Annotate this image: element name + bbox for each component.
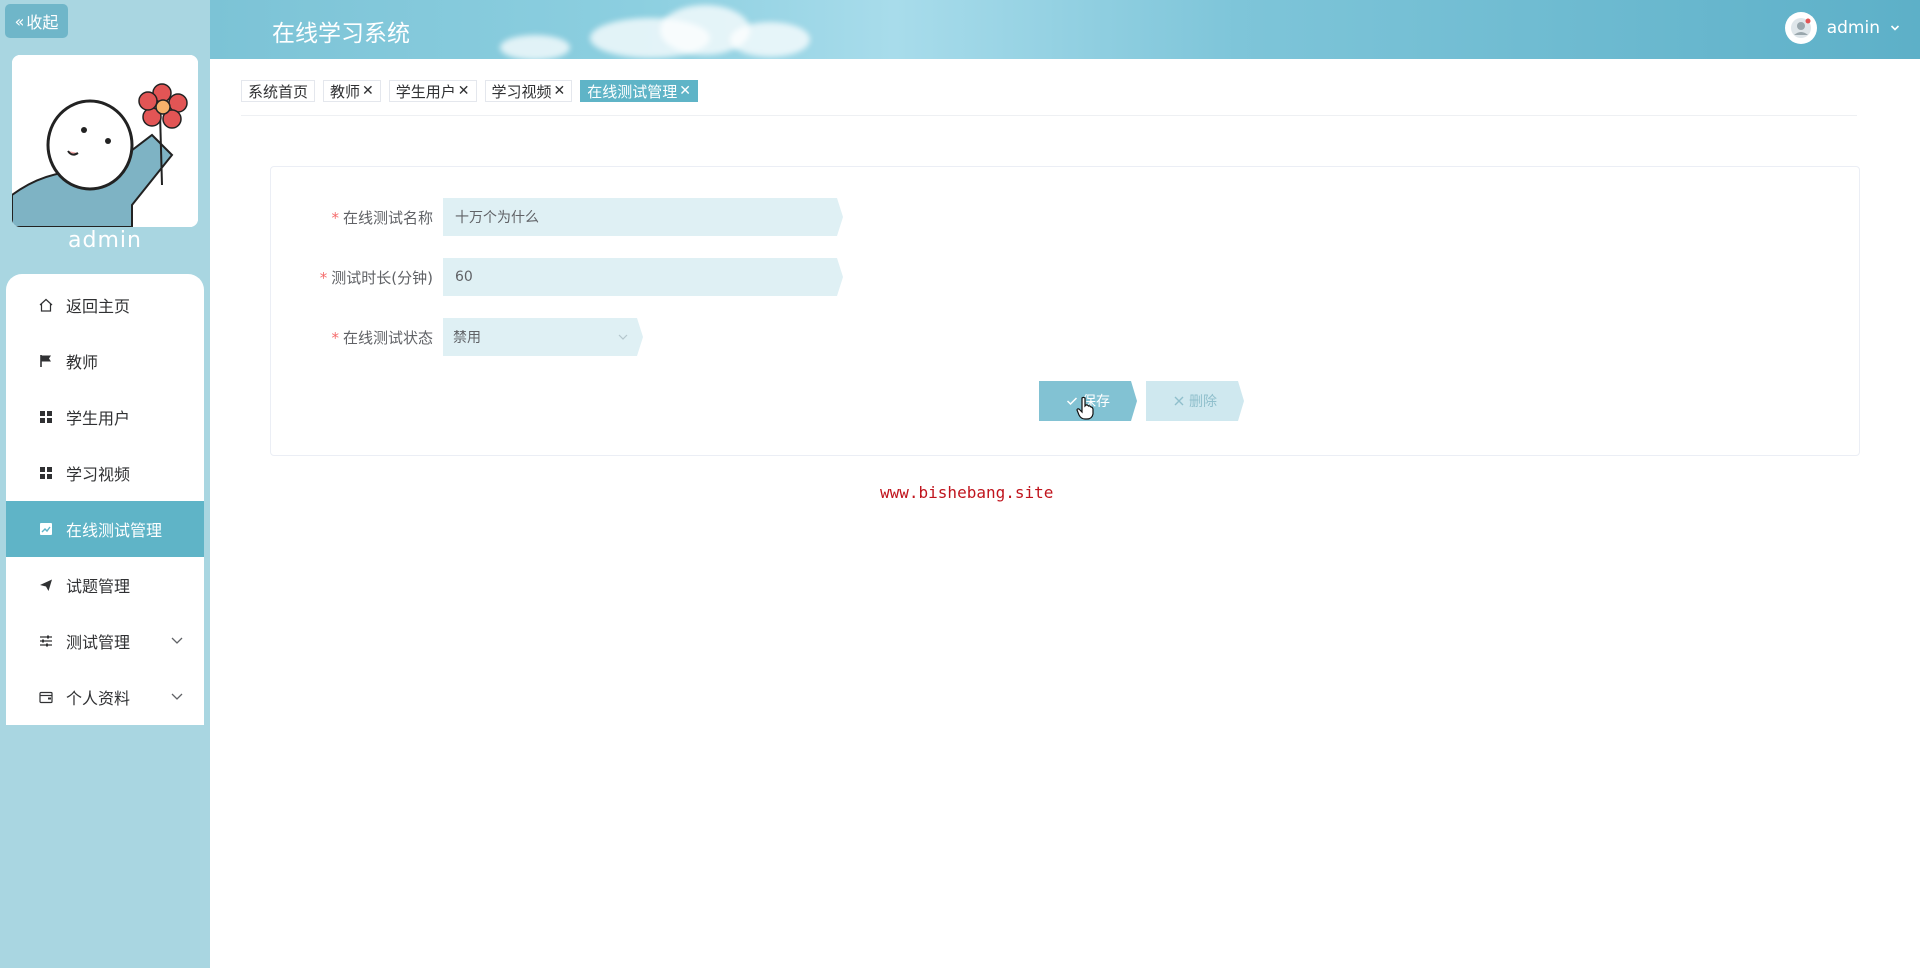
sidebar-item-teacher[interactable]: 教师 [6,333,204,389]
sidebar-item-label: 教师 [66,353,99,372]
grid-icon [38,409,54,425]
hand-cursor-icon [1076,396,1094,420]
sidebar-item-videos[interactable]: 学习视频 [6,445,204,501]
top-header: 在线学习系统 admin [210,0,1920,59]
delete-label: 删除 [1189,394,1217,410]
tab-home[interactable]: 系统首页 [241,80,316,102]
cloud-decoration [730,22,810,57]
send-icon [38,577,54,593]
sidebar-item-profile[interactable]: 个人资料 [6,669,204,725]
grid-icon [38,465,54,481]
name-label: 在线测试名称 [342,208,433,227]
cloud-decoration [500,35,570,59]
home-icon [38,297,54,313]
app-title: 在线学习系统 [272,21,410,47]
user-avatar-icon [1790,18,1811,38]
duration-input[interactable]: 60 [443,258,843,296]
required-mark: * [331,328,339,347]
close-icon[interactable]: ✕ [554,83,566,99]
chevron-down-icon [171,693,183,700]
field-label: * 测试时长(分钟) [271,267,443,288]
collapse-label: 收起 [26,13,59,32]
tab-label: 系统首页 [248,82,309,101]
sidebar-item-label: 测试管理 [66,633,131,652]
duration-label: 测试时长(分钟) [331,268,433,287]
sidebar-item-online-test[interactable]: 在线测试管理 [6,501,204,557]
sidebar-item-questions[interactable]: 试题管理 [6,557,204,613]
sidebar-item-home[interactable]: 返回主页 [6,277,204,333]
sliders-icon [38,633,54,649]
tab-videos[interactable]: 学习视频 ✕ [484,80,573,102]
chevron-down-icon [1890,25,1900,31]
required-mark: * [331,208,339,227]
sidebar-avatar [12,55,198,227]
tab-students[interactable]: 学生用户 ✕ [388,80,477,102]
sidebar-item-label: 试题管理 [66,577,131,596]
tab-label: 学习视频 [491,82,552,101]
test-name-input[interactable]: 十万个为什么 [443,198,843,236]
tab-online-test[interactable]: 在线测试管理 ✕ [580,80,699,102]
cartoon-avatar-image [12,55,198,227]
sidebar-item-label: 个人资料 [66,689,131,708]
required-mark: * [319,268,328,287]
status-value: 禁用 [453,330,481,346]
watermark-text: www.bishebang.site [880,483,1054,502]
sidebar-menu: 返回主页 教师 学生用户 学习视频 在线测试管理 试题管理 测试管理 个人资料 [6,274,204,725]
tab-teacher[interactable]: 教师 ✕ [323,80,381,102]
close-icon [1173,395,1185,407]
form-row-name: * 在线测试名称 十万个为什么 [271,198,843,236]
form-row-status: * 在线测试状态 禁用 [271,318,643,356]
wallet-icon [38,689,54,705]
chart-icon [38,521,54,537]
field-label: * 在线测试名称 [271,207,443,228]
close-icon[interactable]: ✕ [458,83,470,99]
sidebar-item-label: 学习视频 [66,465,131,484]
tab-bar: 系统首页 教师 ✕ 学生用户 ✕ 学习视频 ✕ 在线测试管理 ✕ [241,80,699,102]
close-icon[interactable]: ✕ [679,83,691,99]
tabs-divider [241,115,1857,116]
tab-label: 学生用户 [395,82,456,101]
field-label: * 在线测试状态 [271,327,443,348]
sidebar-item-label: 返回主页 [66,297,131,316]
avatar [1784,12,1817,44]
sidebar-item-label: 在线测试管理 [66,521,163,540]
sidebar-item-label: 学生用户 [66,409,131,428]
chevron-down-icon [617,331,629,343]
header-username: admin [1826,18,1880,38]
status-select[interactable]: 禁用 [443,318,643,356]
sidebar-item-test-management[interactable]: 测试管理 [6,613,204,669]
sidebar-username: admin [68,228,142,253]
user-menu[interactable]: admin [1784,12,1900,44]
collapse-button[interactable]: « 收起 [5,4,68,38]
close-icon[interactable]: ✕ [362,83,374,99]
delete-button[interactable]: 删除 [1146,381,1244,421]
sidebar-item-students[interactable]: 学生用户 [6,389,204,445]
form-card: * 在线测试名称 十万个为什么 * 测试时长(分钟) 60 * 在线测试状态 禁用 保… [270,166,1860,456]
form-row-duration: * 测试时长(分钟) 60 [271,258,843,296]
double-chevron-left-icon: « [14,11,25,31]
flag-icon [38,353,54,369]
tab-label: 在线测试管理 [587,82,678,101]
tab-label: 教师 [330,82,361,101]
chevron-down-icon [171,637,183,644]
test-name-value: 十万个为什么 [455,210,539,226]
form-actions: 保存 删除 [1039,381,1244,421]
status-label: 在线测试状态 [342,328,433,347]
duration-value: 60 [455,269,473,285]
sidebar: « 收起 admin 返回主页 教师 学生用户 学习视频 在线测试管理 试题管理… [0,0,210,968]
